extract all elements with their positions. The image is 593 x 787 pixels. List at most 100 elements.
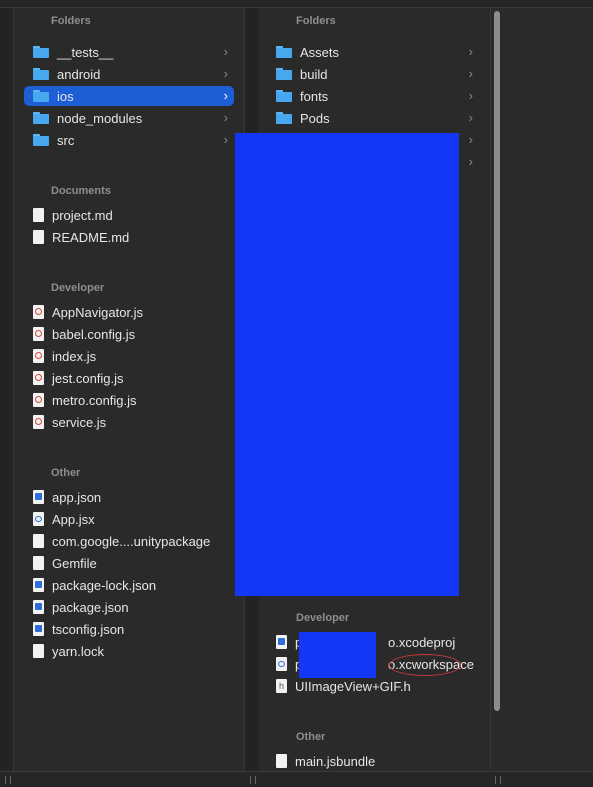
file-item[interactable]: AppNavigator.js <box>24 302 234 322</box>
item-label: build <box>300 66 328 82</box>
chevron-right-icon: › <box>468 132 473 147</box>
item-label: babel.config.js <box>52 326 136 342</box>
xcworkspace-icon <box>276 657 287 671</box>
vertical-scrollbar[interactable] <box>494 11 500 711</box>
folder-item-node-modules[interactable]: node_modules › <box>24 108 234 128</box>
item-label: service.js <box>52 414 107 430</box>
section-title-documents: Documents <box>51 185 111 197</box>
item-label: App.jsx <box>52 511 95 527</box>
file-item[interactable]: index.js <box>24 346 234 366</box>
folder-item-build[interactable]: build › <box>267 64 479 84</box>
js-file-icon <box>33 305 44 319</box>
file-item[interactable]: com.google....unitypackage <box>24 531 234 551</box>
redaction-block-small <box>299 632 376 678</box>
markdown-file-icon <box>33 208 44 222</box>
section-title-other: Other <box>296 731 326 743</box>
folder-item-tests[interactable]: __tests__ › <box>24 42 234 62</box>
folder-item-android[interactable]: android › <box>24 64 234 84</box>
folder-icon <box>33 46 49 58</box>
folder-item-src[interactable]: src › <box>24 130 234 150</box>
markdown-file-icon <box>33 230 44 244</box>
column-resize-handle[interactable] <box>250 776 256 784</box>
chevron-right-icon: › <box>468 110 473 125</box>
item-label: UIImageView+GIF.h <box>295 678 411 694</box>
item-label: tsconfig.json <box>52 621 125 637</box>
js-file-icon <box>33 327 44 341</box>
generic-file-icon <box>33 556 44 570</box>
file-item[interactable]: project.md <box>24 205 234 225</box>
section-title-folders: Folders <box>296 15 336 27</box>
section-title-other: Other <box>51 467 81 479</box>
folder-icon <box>33 112 49 124</box>
chevron-right-icon: › <box>223 110 228 125</box>
item-label: com.google....unitypackage <box>52 533 211 549</box>
item-label: metro.config.js <box>52 392 137 408</box>
folder-icon <box>276 46 292 58</box>
js-file-icon <box>33 393 44 407</box>
section-title-developer: Developer <box>296 612 350 624</box>
folder-icon <box>276 90 292 102</box>
item-label: node_modules <box>57 110 143 126</box>
file-item[interactable]: main.jsbundle <box>267 751 479 771</box>
jsx-file-icon <box>33 512 44 526</box>
folder-item-fonts[interactable]: fonts › <box>267 86 479 106</box>
item-label: README.md <box>52 229 130 245</box>
chevron-right-icon: › <box>468 44 473 59</box>
section-title-developer: Developer <box>51 282 105 294</box>
item-label: package-lock.json <box>52 577 157 593</box>
chevron-right-icon: › <box>223 44 228 59</box>
item-label: __tests__ <box>57 44 114 60</box>
item-label: AppNavigator.js <box>52 304 144 320</box>
chevron-right-icon: › <box>223 66 228 81</box>
json-file-icon <box>33 490 44 504</box>
redaction-block-large <box>235 133 459 596</box>
annotation-circle <box>389 654 461 676</box>
chevron-right-icon: › <box>223 132 228 147</box>
chevron-right-icon: › <box>223 88 228 103</box>
folder-icon <box>276 112 292 124</box>
file-item[interactable]: package-lock.json <box>24 575 234 595</box>
file-item[interactable]: jest.config.js <box>24 368 234 388</box>
item-label: app.json <box>52 489 102 505</box>
column-gutter <box>0 8 14 772</box>
file-item[interactable]: package.json <box>24 597 234 617</box>
item-label: ios <box>57 88 74 104</box>
chevron-right-icon: › <box>468 66 473 81</box>
file-item[interactable]: yarn.lock <box>24 641 234 661</box>
item-label: main.jsbundle <box>295 753 376 769</box>
item-label: Assets <box>300 44 340 60</box>
xcodeproj-icon <box>276 635 287 649</box>
item-label: index.js <box>52 348 97 364</box>
item-label: package.json <box>52 599 129 615</box>
item-label-suffix: o.xcodeproj <box>388 634 456 650</box>
folder-icon <box>33 90 49 102</box>
json-file-icon <box>33 600 44 614</box>
file-item[interactable]: babel.config.js <box>24 324 234 344</box>
folder-item-pods[interactable]: Pods › <box>267 108 479 128</box>
item-label: jest.config.js <box>52 370 124 386</box>
bottom-bar <box>0 771 593 787</box>
column-resize-handle[interactable] <box>5 776 11 784</box>
file-item[interactable]: app.json <box>24 487 234 507</box>
file-item[interactable]: h UIImageView+GIF.h <box>267 676 479 696</box>
js-file-icon <box>33 415 44 429</box>
window-top-edge <box>0 0 593 8</box>
folder-item-ios[interactable]: ios › <box>24 86 234 106</box>
folder-item-assets[interactable]: Assets › <box>267 42 479 62</box>
file-item[interactable]: Gemfile <box>24 553 234 573</box>
item-label: android <box>57 66 101 82</box>
file-item[interactable]: service.js <box>24 412 234 432</box>
item-label: Gemfile <box>52 555 97 571</box>
file-item[interactable]: metro.config.js <box>24 390 234 410</box>
generic-file-icon <box>276 754 287 768</box>
empty-column-area <box>490 8 593 772</box>
folder-icon <box>33 134 49 146</box>
section-title-folders: Folders <box>51 15 91 27</box>
file-item[interactable]: README.md <box>24 227 234 247</box>
column-resize-handle[interactable] <box>495 776 501 784</box>
file-item[interactable]: tsconfig.json <box>24 619 234 639</box>
file-item[interactable]: App.jsx <box>24 509 234 529</box>
chevron-right-icon: › <box>468 154 473 169</box>
js-file-icon <box>33 349 44 363</box>
folder-icon <box>276 68 292 80</box>
